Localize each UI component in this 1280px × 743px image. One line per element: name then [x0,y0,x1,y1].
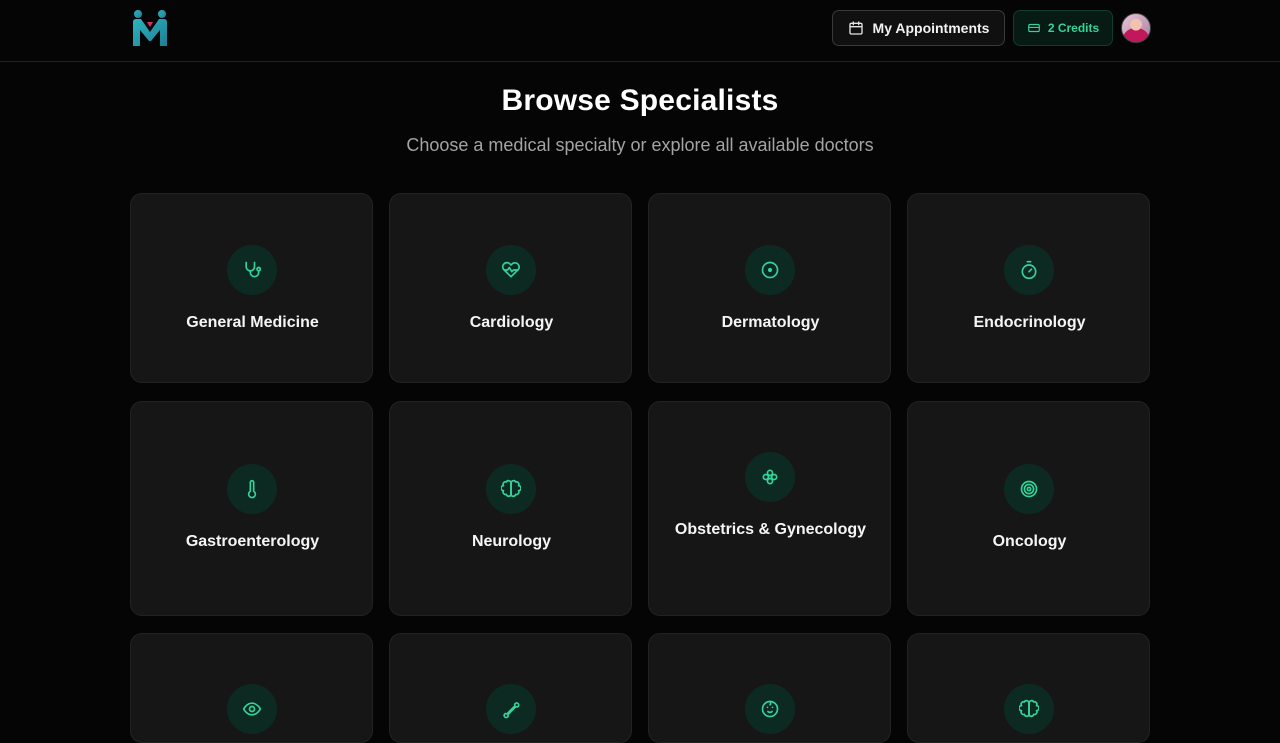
user-avatar[interactable] [1121,13,1151,43]
specialty-card-dermatology[interactable]: Dermatology [648,193,891,383]
heart-pulse-icon [501,261,520,278]
timer-icon [1021,260,1037,280]
bone-icon [503,702,520,719]
specialty-card-endocrinology[interactable]: Endocrinology [907,193,1150,383]
specialty-icon-wrap [486,464,536,514]
page-title: Browse Specialists [501,84,779,117]
specialty-label: General Medicine [186,314,319,331]
my-appointments-label: My Appointments [872,20,990,36]
specialty-label: Gastroenterology [185,533,320,550]
top-nav: My Appointments 2 Credits [0,0,1280,62]
flower-icon [762,469,778,485]
specialty-icon-wrap [1004,245,1054,295]
specialty-card-obstetrics-gynecology[interactable]: Obstetrics & Gynecology [648,401,891,616]
app-logo[interactable] [130,8,170,50]
specialty-icon-wrap [745,245,795,295]
specialty-icon-wrap [745,452,795,502]
specialty-label: Cardiology [469,314,554,331]
my-appointments-button[interactable]: My Appointments [832,10,1005,46]
circle-dot-icon [761,261,779,279]
brain-icon [1019,699,1039,718]
stethoscope-icon [245,261,262,278]
eye-icon [242,702,262,716]
specialty-label: Endocrinology [973,314,1086,331]
credits-label: 2 Credits [1047,21,1100,35]
specialty-icon-wrap [227,245,277,295]
specialty-label: Neurology [471,533,552,550]
page-subtitle: Choose a medical specialty or explore al… [406,135,874,155]
specialty-icon-wrap [486,245,536,295]
specialty-card-neurology[interactable]: Neurology [389,401,632,616]
specialty-card-gastroenterology[interactable]: Gastroenterology [130,401,373,616]
thermometer-icon [247,479,257,499]
specialty-label: Obstetrics & Gynecology [674,521,867,538]
specialty-label: Oncology [992,533,1067,550]
specialty-card-general-medicine[interactable]: General Medicine [130,193,373,383]
credit-card-icon [1027,23,1040,33]
specialty-card-cardiology[interactable]: Cardiology [389,193,632,383]
specialty-label: Dermatology [721,314,820,331]
baby-icon [761,700,779,718]
credits-badge-button[interactable]: 2 Credits [1013,10,1113,46]
calendar-icon [848,21,863,35]
brain-icon [501,479,521,498]
specialty-card-oncology[interactable]: Oncology [907,401,1150,616]
target-icon [1020,480,1038,498]
specialty-icon-wrap [1004,464,1054,514]
specialty-icon-wrap [227,464,277,514]
